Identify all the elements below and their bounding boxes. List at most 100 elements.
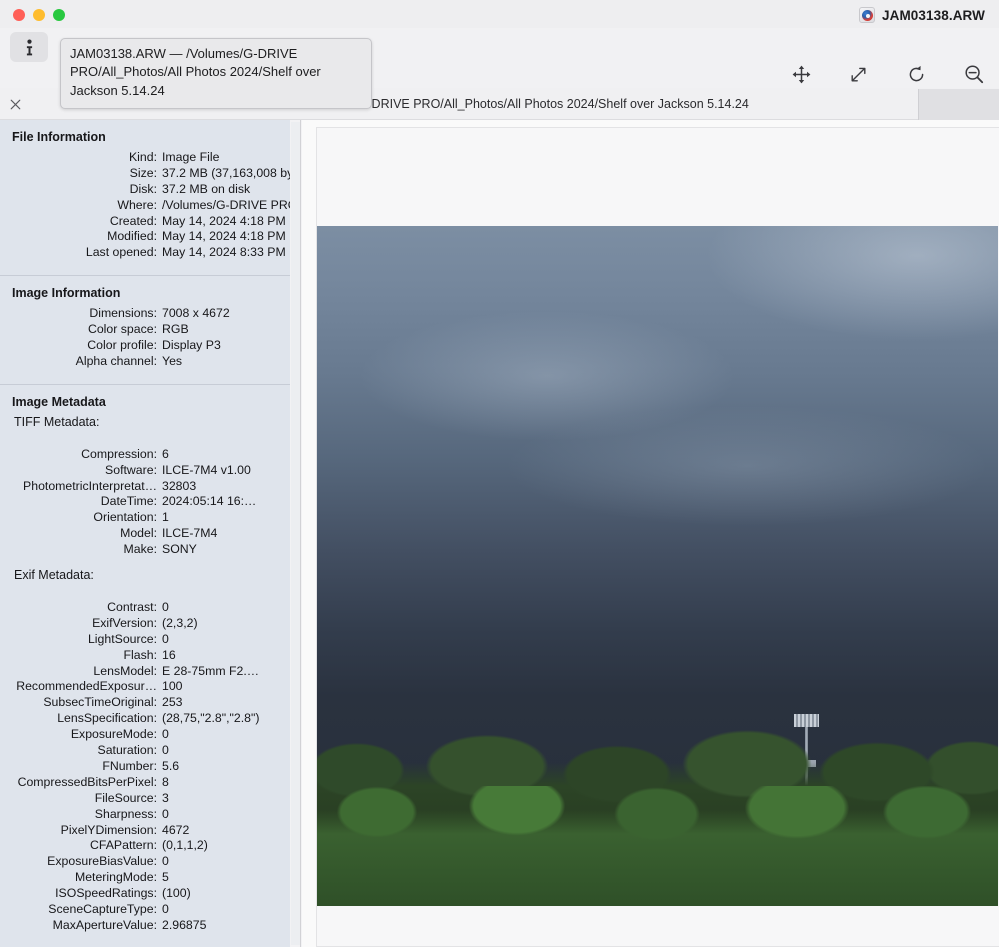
metadata-row: Kind: Image File (0, 150, 290, 166)
metadata-key: LensModel: (93, 663, 157, 678)
metadata-value: 1 (162, 510, 169, 525)
metadata-row: FileSource: 3 (0, 791, 290, 807)
metadata-value: 3 (162, 790, 169, 805)
metadata-row: ISOSpeedRatings: (100) (0, 886, 290, 902)
metadata-row: Color profile: Display P3 (0, 338, 290, 354)
zoom-out-button[interactable] (957, 61, 991, 87)
storm-sky (317, 226, 998, 786)
metadata-key: Dimensions: (89, 306, 157, 321)
metadata-key: Contrast: (107, 600, 157, 615)
metadata-row: Saturation: 0 (0, 743, 290, 759)
metadata-key: SceneCaptureType: (48, 901, 157, 916)
metadata-row: LensSpecification: (28,75,"2.8","2.8") (0, 711, 290, 727)
secondary-tab[interactable] (918, 89, 999, 120)
sidebar-section: File Information Kind: Image File Size: 37.2… (0, 120, 290, 269)
metadata-row: ExposureMode: 0 (0, 727, 290, 743)
metadata-row: Disk: 37.2 MB on disk (0, 182, 290, 198)
metadata-key: PixelYDimension: (60, 822, 157, 837)
sidebar-divider (300, 120, 301, 947)
photo-storm-over-parking-lot (317, 226, 998, 946)
maximize-window-button[interactable] (53, 9, 65, 21)
expand-button[interactable] (841, 61, 875, 87)
section-rows: Kind: Image File Size: 37.2 MB (37,163,008 … (0, 148, 290, 269)
metadata-value: May 14, 2024 8:33 PM (162, 245, 286, 260)
metadata-key: Compression: (81, 446, 157, 461)
metadata-value: 37.2 MB on disk (162, 181, 251, 196)
metadata-key: DateTime: (100, 494, 157, 509)
metadata-key: Flash: (123, 647, 158, 662)
metadata-row: Created: May 14, 2024 4:18 PM (0, 214, 290, 230)
metadata-row: SubsecTimeOriginal: 253 (0, 695, 290, 711)
metadata-row: Software: ILCE-7M4 v1.00 (0, 463, 290, 479)
image-canvas-frame (316, 127, 999, 947)
title-bar: JAM03138.ARW (0, 0, 999, 28)
metadata-value: /Volumes/G-DRIVE PRO/A… (162, 197, 290, 212)
metadata-value: (100) (162, 886, 191, 901)
metadata-key: Last opened: (85, 245, 157, 260)
metadata-value: 6 (162, 446, 169, 461)
metadata-value: May 14, 2024 4:18 PM (162, 229, 286, 244)
metadata-key: Color space: (87, 322, 157, 337)
metadata-value: Yes (162, 353, 183, 368)
metadata-row: Compression: 6 (0, 447, 290, 463)
metadata-value: ILCE-7M4 v1.00 (162, 462, 251, 477)
info-icon (26, 39, 32, 55)
metadata-row: CompressedBitsPerPixel: 8 (0, 775, 290, 791)
info-button[interactable] (10, 32, 48, 62)
close-tab-button[interactable] (5, 94, 25, 114)
metadata-value: 5.6 (162, 758, 180, 773)
window-title-area: JAM03138.ARW (859, 4, 985, 26)
close-window-button[interactable] (13, 9, 25, 21)
metadata-row: FNumber: 5.6 (0, 759, 290, 775)
metadata-value: (0,1,1,2) (162, 838, 208, 853)
metadata-value: 8 (162, 774, 169, 789)
metadata-value: 7008 x 4672 (162, 306, 230, 321)
inspector-sidebar: File Information Kind: Image File Size: 37.2… (0, 120, 290, 947)
metadata-value: ILCE-7M4 (162, 526, 218, 541)
metadata-key: FNumber: (102, 758, 157, 773)
metadata-key: Where: (117, 197, 157, 212)
rotate-button[interactable] (899, 61, 933, 87)
sidebar-section: Image Information Dimensions: 7008 x 4672 C… (0, 276, 290, 378)
metadata-row: Flash: 16 (0, 648, 290, 664)
metadata-key: CompressedBitsPerPixel: (17, 774, 157, 789)
metadata-value: 37.2 MB (37,163,008 bytes) (162, 165, 290, 180)
metadata-value: 32803 (162, 478, 197, 493)
metadata-value: (2,3,2) (162, 615, 198, 630)
metadata-value: SONY (162, 542, 197, 557)
metadata-key: PhotometricInterpretat… (23, 478, 157, 493)
metadata-row: MaxApertureValue: 2.96875 (0, 918, 290, 934)
metadata-key: Sharpness: (94, 806, 157, 821)
foreground-trees (317, 926, 998, 946)
section-title: Image Information (12, 286, 121, 301)
minimize-window-button[interactable] (33, 9, 45, 21)
metadata-key: MeteringMode: (74, 870, 157, 885)
metadata-row: PixelYDimension: 4672 (0, 823, 290, 839)
metadata-value: 16 (162, 647, 176, 662)
metadata-row: Dimensions: 7008 x 4672 (0, 306, 290, 322)
image-canvas-area[interactable] (302, 120, 999, 947)
preview-window: JAM03138.ARW Info (0, 0, 999, 947)
rotate-clockwise-icon (909, 65, 923, 81)
metadata-key: Color profile: (87, 338, 157, 353)
metadata-value: 0 (162, 600, 169, 615)
sidebar-scrollbar-track[interactable] (291, 122, 590, 947)
metadata-value: Display P3 (162, 338, 221, 353)
metadata-key: Size: (129, 165, 157, 180)
metadata-row: Size: 37.2 MB (37,163,008 bytes) (0, 166, 290, 182)
move-tool-button[interactable] (784, 61, 818, 87)
metadata-row: ExposureBiasValue: 0 (0, 854, 290, 870)
metadata-row: Orientation: 1 (0, 510, 290, 526)
metadata-value: 253 (162, 695, 183, 710)
metadata-key: ExifVersion: (92, 615, 157, 630)
zoom-out-icon (965, 65, 984, 84)
mid-treeline (317, 786, 998, 906)
metadata-row: ExifVersion: (2,3,2) (0, 616, 290, 632)
metadata-row: LensModel: E 28-75mm F2.… (0, 664, 290, 680)
metadata-row: CFAPattern: (0,1,1,2) (0, 838, 290, 854)
metadata-key: Created: (109, 213, 157, 228)
metadata-value: 100 (162, 679, 183, 694)
metadata-key: FileSource: (94, 790, 157, 805)
metadata-value: 0 (162, 854, 169, 869)
metadata-row: DateTime: 2024:05:14 16:… (0, 494, 290, 510)
